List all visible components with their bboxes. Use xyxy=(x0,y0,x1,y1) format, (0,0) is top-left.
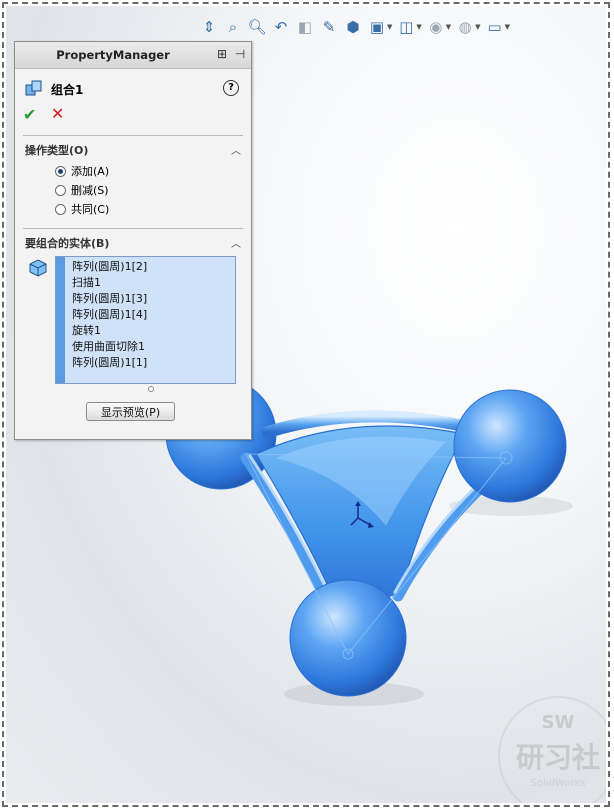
bodies-list-box[interactable]: 阵列(圆周)1[2] 扫描1 阵列(圆周)1[3] 阵列(圆周)1[4] 旋转1… xyxy=(55,256,236,384)
chevron-up-icon[interactable]: ︿ xyxy=(231,235,241,250)
chevron-down-icon[interactable]: ▼ xyxy=(505,23,510,31)
hide-show-items-icon[interactable]: ◫ xyxy=(395,16,417,38)
watermark-main: 研习社 xyxy=(515,741,600,774)
chevron-down-icon[interactable]: ▼ xyxy=(475,23,480,31)
bodies-list[interactable]: 阵列(圆周)1[2] 扫描1 阵列(圆周)1[3] 阵列(圆周)1[4] 旋转1… xyxy=(72,259,147,371)
help-icon[interactable]: ? xyxy=(223,80,239,96)
cancel-button[interactable]: ✕ xyxy=(51,104,64,123)
radio-label: 共同(C) xyxy=(71,203,110,216)
heads-up-toolbar: ⇕ ⌕ 🔍︎ ↶ ◧ ✎ ⬢ ▣ ▼ ◫ ▼ ◉ ▼ ◍ ▼ ▭ ▼ xyxy=(198,16,511,38)
list-item[interactable]: 阵列(圆周)1[2] xyxy=(72,259,147,275)
radio-icon[interactable] xyxy=(55,203,66,215)
feature-name: 组合1 xyxy=(51,83,84,97)
watermark-top: SW xyxy=(541,712,575,733)
edit-appearance-icon[interactable]: ◉ xyxy=(425,16,447,38)
view-orientation-icon[interactable]: ⇕ xyxy=(198,16,220,38)
watermark: SW 研习社 SolidWorks xyxy=(498,696,606,803)
property-manager-panel: PropertyManager ⊞ ⊣ 组合1 ? ✔ ✕ 操作类型(O) ︿ … xyxy=(14,41,252,440)
selection-color-bar xyxy=(56,257,65,383)
panel-options-icon[interactable]: ⊞ xyxy=(215,47,229,61)
watermark-sub: SolidWorks xyxy=(530,778,586,789)
pin-icon[interactable]: ⊣ xyxy=(233,47,247,61)
radio-subtract[interactable]: 删减(S) xyxy=(55,182,109,198)
view-settings-icon[interactable]: ▭ xyxy=(484,16,506,38)
property-manager-titlebar: PropertyManager ⊞ ⊣ xyxy=(15,42,251,69)
combine-feature-icon xyxy=(25,80,42,96)
radio-icon[interactable] xyxy=(55,165,66,177)
list-item[interactable]: 阵列(圆周)1[1] xyxy=(72,355,147,371)
feature-header: 组合1 ? xyxy=(25,78,241,100)
chevron-up-icon[interactable]: ︿ xyxy=(231,142,241,157)
chevron-down-icon[interactable]: ▼ xyxy=(387,23,392,31)
list-item[interactable]: 旋转1 xyxy=(72,323,147,339)
chevron-down-icon[interactable]: ▼ xyxy=(416,23,421,31)
list-item[interactable]: 扫描1 xyxy=(72,275,147,291)
radio-add[interactable]: 添加(A) xyxy=(55,163,109,179)
property-manager-title: PropertyManager xyxy=(56,48,170,62)
solid-body-icon xyxy=(29,259,47,277)
zoom-to-fit-icon[interactable]: ⌕ xyxy=(222,16,244,38)
list-resize-handle[interactable] xyxy=(148,386,154,392)
radio-label: 删减(S) xyxy=(71,184,109,197)
previous-view-icon[interactable]: ↶ xyxy=(270,16,292,38)
bodies-section-title: 要组合的实体(B) xyxy=(25,237,110,250)
right-sphere[interactable] xyxy=(453,389,567,503)
apply-scene-icon[interactable]: ◍ xyxy=(454,16,476,38)
radio-common[interactable]: 共同(C) xyxy=(55,201,109,217)
zoom-to-area-icon[interactable]: 🔍︎ xyxy=(246,16,268,38)
view-cube-icon[interactable]: ⬢ xyxy=(342,16,364,38)
operation-type-title: 操作类型(O) xyxy=(25,144,89,157)
section-view-icon[interactable]: ◧ xyxy=(294,16,316,38)
chevron-down-icon[interactable]: ▼ xyxy=(446,23,451,31)
list-item[interactable]: 使用曲面切除1 xyxy=(72,339,147,355)
section-divider xyxy=(23,135,243,136)
list-item[interactable]: 阵列(圆周)1[3] xyxy=(72,291,147,307)
section-divider xyxy=(23,228,243,229)
ok-button[interactable]: ✔ xyxy=(23,105,36,124)
radio-icon[interactable] xyxy=(55,184,66,196)
bottom-sphere[interactable] xyxy=(289,579,407,697)
radio-label: 添加(A) xyxy=(71,165,110,178)
show-preview-button[interactable]: 显示预览(P) xyxy=(86,402,175,421)
dynamic-annotation-icon[interactable]: ✎ xyxy=(318,16,340,38)
display-style-icon[interactable]: ▣ xyxy=(366,16,388,38)
list-item[interactable]: 阵列(圆周)1[4] xyxy=(72,307,147,323)
